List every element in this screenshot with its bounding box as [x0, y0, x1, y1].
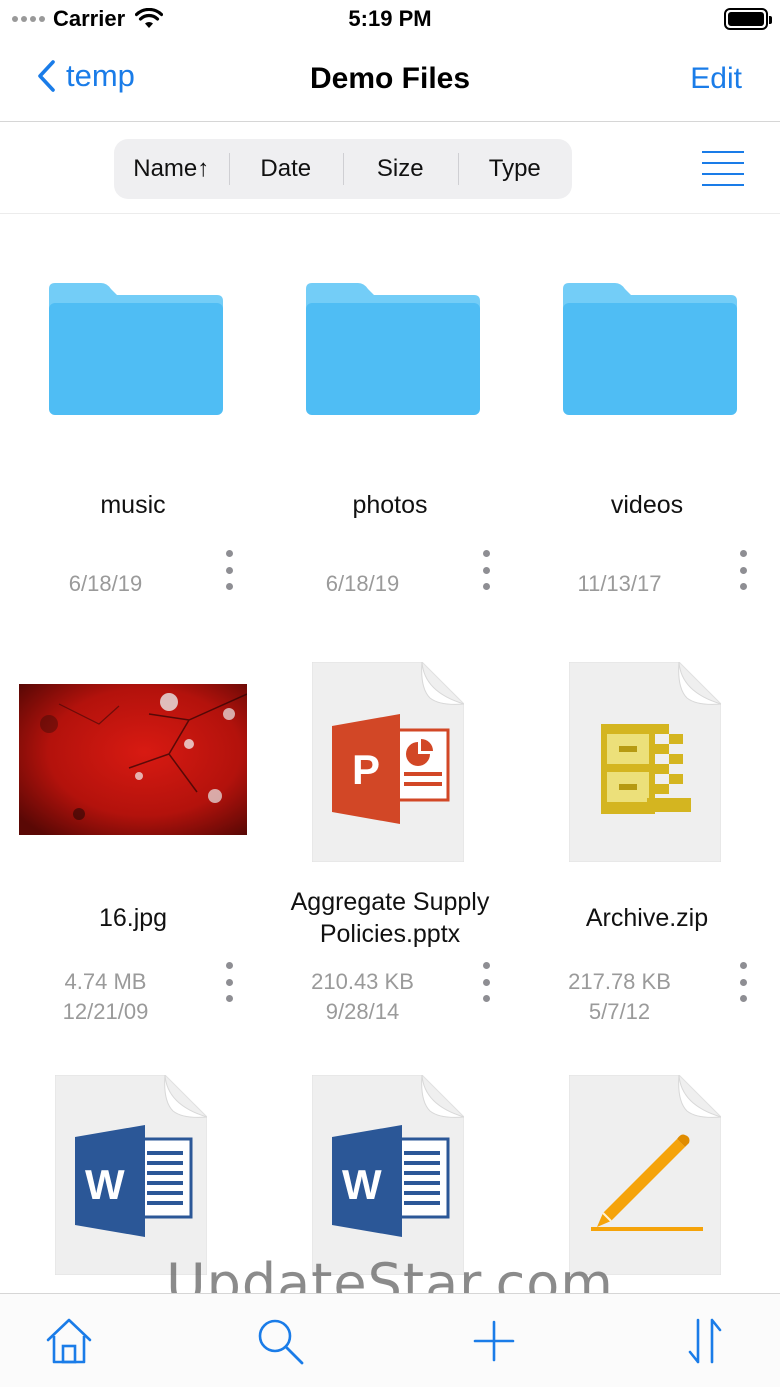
list-view-icon[interactable] — [702, 149, 744, 187]
more-options-button[interactable] — [219, 960, 239, 1004]
more-options-button[interactable] — [476, 548, 496, 592]
pages-document-icon — [569, 1075, 721, 1275]
home-icon[interactable] — [44, 1316, 94, 1366]
svg-text:P: P — [352, 746, 380, 793]
folder-icon — [49, 283, 223, 415]
file-name-line-1: Aggregate Supply — [290, 888, 490, 916]
file-date: 9/28/14 — [325, 999, 400, 1024]
file-name: music — [100, 491, 166, 519]
sort-by-name-button[interactable]: Name↑ — [114, 139, 229, 199]
plus-icon[interactable] — [469, 1316, 519, 1366]
file-item[interactable]: Archive.zip 217.78 KB 5/7/12 — [517, 662, 777, 1024]
clock: 5:19 PM — [348, 6, 432, 31]
edit-button[interactable]: Edit — [690, 62, 742, 96]
sort-icon[interactable] — [680, 1316, 730, 1366]
file-name-line-2: Policies.pptx — [319, 920, 461, 948]
bottom-toolbar — [0, 1293, 780, 1387]
more-options-button[interactable] — [219, 548, 239, 592]
page-title: Demo Files — [309, 62, 471, 95]
file-date: 6/18/19 — [325, 571, 400, 596]
file-size: 210.43 KB — [311, 969, 414, 994]
zip-archive-icon — [569, 662, 721, 862]
status-bar: Carrier 5:19 PM — [0, 0, 780, 40]
folder-icon — [563, 283, 737, 415]
word-document-icon: W — [312, 1075, 464, 1275]
sort-bar: Name↑ Date Size Type — [0, 122, 780, 214]
file-grid: music 6/18/19 photos 6/18/19 videos 11/1… — [0, 215, 780, 1293]
file-name: photos — [352, 491, 428, 519]
file-item[interactable]: P Aggregate Supply Policies.pptx 210.43 … — [260, 662, 520, 1024]
file-date: 5/7/12 — [588, 999, 651, 1024]
image-thumbnail — [19, 684, 247, 835]
folder-item[interactable]: videos 11/13/17 — [517, 215, 777, 635]
battery-icon — [724, 8, 772, 30]
more-options-button[interactable] — [733, 548, 753, 592]
sort-by-size-button[interactable]: Size — [343, 139, 458, 199]
word-document-icon: W — [55, 1075, 207, 1275]
svg-text:W: W — [85, 1161, 125, 1208]
folder-icon — [306, 283, 480, 415]
file-name: videos — [610, 491, 684, 519]
more-options-button[interactable] — [733, 960, 753, 1004]
file-size: 4.74 MB — [64, 969, 147, 994]
sort-segmented-control: Name↑ Date Size Type — [114, 139, 572, 199]
file-name: 16.jpg — [98, 904, 168, 932]
powerpoint-icon: P — [312, 662, 464, 862]
file-date: 6/18/19 — [68, 571, 143, 596]
folder-item[interactable]: music 6/18/19 — [3, 215, 263, 635]
more-options-button[interactable] — [476, 960, 496, 1004]
sort-by-date-button[interactable]: Date — [228, 139, 344, 199]
file-name: Archive.zip — [585, 904, 709, 932]
file-item[interactable]: 16.jpg 4.74 MB 12/21/09 — [3, 662, 263, 1024]
file-size: 217.78 KB — [568, 969, 671, 994]
svg-text:W: W — [342, 1161, 382, 1208]
file-date: 12/21/09 — [62, 999, 149, 1024]
sort-by-type-button[interactable]: Type — [457, 139, 573, 199]
file-date: 11/13/17 — [577, 571, 662, 596]
navigation-bar: temp Demo Files Edit — [0, 40, 780, 122]
folder-item[interactable]: photos 6/18/19 — [260, 215, 520, 635]
search-icon[interactable] — [255, 1316, 305, 1366]
